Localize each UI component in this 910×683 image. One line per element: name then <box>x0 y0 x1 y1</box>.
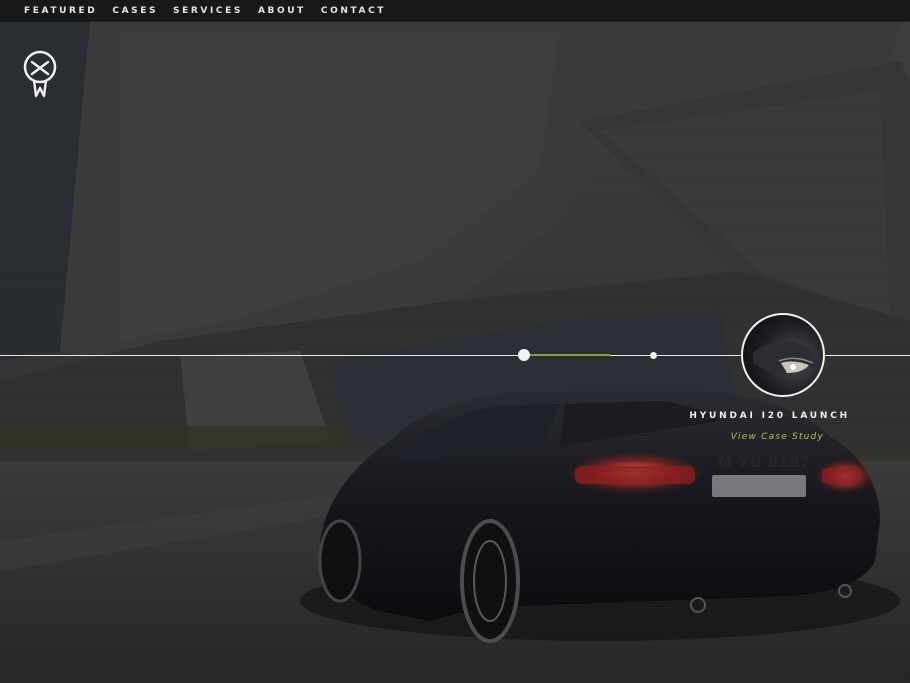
timeline-progress-bar <box>530 354 610 356</box>
nav-item-cases[interactable]: CASES <box>112 6 158 16</box>
nav-item-services[interactable]: SERVICES <box>173 6 243 16</box>
skull-logo-icon[interactable] <box>22 50 58 100</box>
case-thumbnail[interactable] <box>741 313 825 397</box>
view-case-study-link[interactable]: View Case Study <box>731 432 824 442</box>
case-title: HYUNDAI I20 LAUNCH <box>689 411 850 421</box>
hero-stage: M YU 8197 FEATURED CASES SERVICES ABOUT … <box>0 0 910 683</box>
nav-item-contact[interactable]: CONTACT <box>321 6 386 16</box>
license-plate-text: M YU 8197 <box>718 455 812 471</box>
headlight-image-icon <box>753 341 817 373</box>
timeline-current-dot[interactable] <box>518 349 530 361</box>
nav-item-about[interactable]: ABOUT <box>258 6 306 16</box>
top-navigation: FEATURED CASES SERVICES ABOUT CONTACT <box>0 0 910 21</box>
timeline-next-dot[interactable] <box>650 352 657 359</box>
nav-list: FEATURED CASES SERVICES ABOUT CONTACT <box>0 0 910 21</box>
nav-item-featured[interactable]: FEATURED <box>24 6 97 16</box>
